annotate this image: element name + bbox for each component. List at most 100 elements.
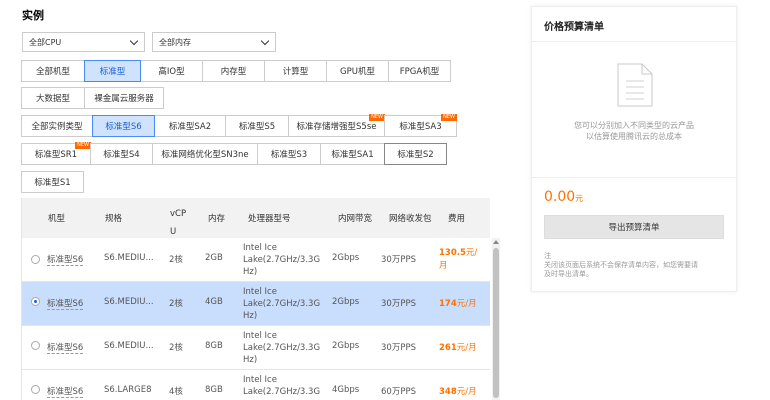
tab-sr1[interactable]: 标准型SR1 NEW [21, 142, 91, 165]
tab-s5[interactable]: 标准型S5 [225, 115, 289, 137]
row-price: 130.5元/ 月 [439, 247, 477, 273]
cpu-line: Hz) [243, 355, 258, 365]
row-radio[interactable] [31, 341, 40, 350]
header-vcpu-line1: vCP [170, 209, 187, 219]
header-pps: 网络收发包 [389, 214, 432, 224]
header-spec: 规格 [105, 214, 123, 224]
cpu-line: Hz) [243, 311, 258, 321]
tab-sa3[interactable]: 标准型SA3 NEW [384, 114, 457, 137]
tab-gpu[interactable]: GPU机型 [326, 60, 389, 82]
price-unit: 元/月 [456, 343, 477, 353]
cpu-line: Intel Ice [243, 375, 277, 385]
export-budget-button[interactable]: 导出预算清单 [544, 215, 724, 239]
row-vcpu: 2核 [169, 343, 183, 353]
tab-s3[interactable]: 标准型S3 [257, 143, 321, 165]
tab-high-io[interactable]: 高IO型 [140, 60, 203, 82]
header-bandwidth: 内网带宽 [338, 214, 373, 224]
row-pps: 30万PPS [381, 299, 416, 309]
tab-sa3-label: 标准型SA3 [399, 122, 442, 132]
tab-compute[interactable]: 计算型 [264, 60, 327, 82]
cpu-select[interactable]: 全部CPU [22, 32, 145, 52]
total-unit: 元 [575, 194, 584, 203]
tab-s6[interactable]: 标准型S6 [92, 115, 155, 137]
price-value: 174 [439, 299, 457, 309]
instance-tabs-row2: 标准型SR1 NEW 标准型S4 标准网络优化型SN3ne 标准型S3 标准型S… [21, 142, 447, 165]
tab-s1[interactable]: 标准型S1 [21, 171, 84, 193]
price-value: 130.5 [439, 248, 466, 258]
row-memory: 4GB [205, 297, 223, 307]
instance-tabs-row3: 标准型S1 [21, 171, 84, 193]
scroll-thumb[interactable] [493, 248, 499, 398]
tab-all-instance-types[interactable]: 全部实例类型 [21, 115, 93, 137]
row-model[interactable]: 标准型S6 [47, 385, 84, 398]
new-badge: NEW [75, 142, 91, 149]
new-badge: NEW [369, 114, 385, 121]
memory-select-value: 全部内存 [159, 37, 191, 47]
price-unit: 元/月 [456, 387, 477, 397]
row-memory: 8GB [205, 385, 223, 395]
row-model[interactable]: 标准型S6 [47, 253, 84, 266]
tab-sr1-label: 标准型SR1 [34, 150, 78, 160]
row-model[interactable]: 标准型S6 [47, 341, 84, 354]
row-price: 174元/月 [439, 297, 477, 309]
table-row[interactable]: 标准型S6 S6.LARGE8 4核 8GB Intel Ice Lake(2.… [22, 370, 490, 400]
empty-hint: 您可以分别加入不同类型的云产品 以估算使用腾讯云的总成本 [532, 120, 736, 142]
cpu-line: Lake(2.7GHz/3.3G [243, 255, 321, 265]
chevron-down-icon [129, 36, 139, 46]
price-value: 261 [439, 343, 457, 353]
table-row[interactable]: 标准型S6 S6.MEDIU... 2核 8GB Intel Ice Lake(… [22, 326, 490, 370]
header-model: 机型 [48, 214, 66, 224]
total-value: 0.00 [544, 189, 576, 205]
tab-memory[interactable]: 内存型 [202, 60, 265, 82]
tab-all-models[interactable]: 全部机型 [21, 60, 85, 82]
empty-hint-line: 以估算使用腾讯云的总成本 [586, 132, 682, 141]
price-unit: 元/月 [456, 299, 477, 309]
table-header: 机型 规格 vCP U 内存 处理器型号 内网带宽 网络收发包 费用 [22, 198, 490, 238]
tab-sa2[interactable]: 标准型SA2 [154, 115, 226, 137]
tab-bare-metal[interactable]: 裸金属云服务器 [84, 87, 164, 109]
header-vcpu: vCP U [170, 205, 186, 241]
tab-fpga[interactable]: FPGA机型 [388, 60, 451, 82]
row-spec: S6.MEDIU... [104, 341, 154, 351]
row-bandwidth: 2Gbps [332, 341, 360, 351]
row-cpu-model: Intel Ice Lake(2.7GHz/3.3G [243, 374, 328, 398]
row-pps: 30万PPS [381, 255, 416, 265]
row-vcpu: 2核 [169, 255, 183, 265]
note-line: 注 [544, 252, 551, 260]
header-price: 费用 [448, 214, 466, 224]
tab-standard[interactable]: 标准型 [84, 60, 141, 82]
table-row[interactable]: 标准型S6 S6.MEDIU... 2核 2GB Intel Ice Lake(… [22, 238, 490, 282]
empty-hint-line: 您可以分别加入不同类型的云产品 [574, 121, 694, 130]
row-radio[interactable] [31, 297, 40, 306]
note-line: 及时导出清单。 [544, 270, 593, 278]
row-pps: 30万PPS [381, 343, 416, 353]
tab-s5se[interactable]: 标准存储增强型S5se NEW [288, 114, 385, 137]
scroll-up-icon[interactable] [493, 240, 499, 244]
row-cpu-model: Intel Ice Lake(2.7GHz/3.3G Hz) [243, 286, 328, 322]
header-vcpu-line2: U [170, 227, 177, 237]
tab-s2[interactable]: 标准型S2 [384, 143, 447, 165]
note-line: 关闭该页面后系统不会保存清单内容，如您需要请 [544, 261, 698, 269]
cpu-line: Lake(2.7GHz/3.3G [243, 387, 321, 397]
total-price: 0.00元 [544, 189, 583, 205]
price-value: 348 [439, 387, 457, 397]
category-tabs-row2: 大数据型 裸金属云服务器 [21, 87, 164, 109]
memory-select[interactable]: 全部内存 [152, 32, 276, 52]
divider [532, 177, 736, 178]
cpu-select-value: 全部CPU [29, 37, 62, 47]
table-scrollbar[interactable] [492, 238, 500, 400]
cpu-line: Intel Ice [243, 243, 277, 253]
tab-sn3ne[interactable]: 标准网络优化型SN3ne [152, 143, 258, 165]
row-radio[interactable] [31, 385, 40, 394]
divider [532, 41, 736, 42]
table-row[interactable]: 标准型S6 S6.MEDIU... 2核 4GB Intel Ice Lake(… [22, 282, 490, 326]
header-cpu-model: 处理器型号 [248, 214, 291, 224]
row-radio[interactable] [31, 255, 40, 264]
tab-s4[interactable]: 标准型S4 [90, 143, 153, 165]
tab-sa1[interactable]: 标准型SA1 [320, 143, 385, 165]
instance-table: 机型 规格 vCP U 内存 处理器型号 内网带宽 网络收发包 费用 标准型S6… [21, 198, 501, 400]
cpu-line: Lake(2.7GHz/3.3G [243, 343, 321, 353]
tab-big-data[interactable]: 大数据型 [21, 87, 85, 109]
row-model[interactable]: 标准型S6 [47, 297, 84, 310]
row-cpu-model: Intel Ice Lake(2.7GHz/3.3G Hz) [243, 242, 328, 278]
